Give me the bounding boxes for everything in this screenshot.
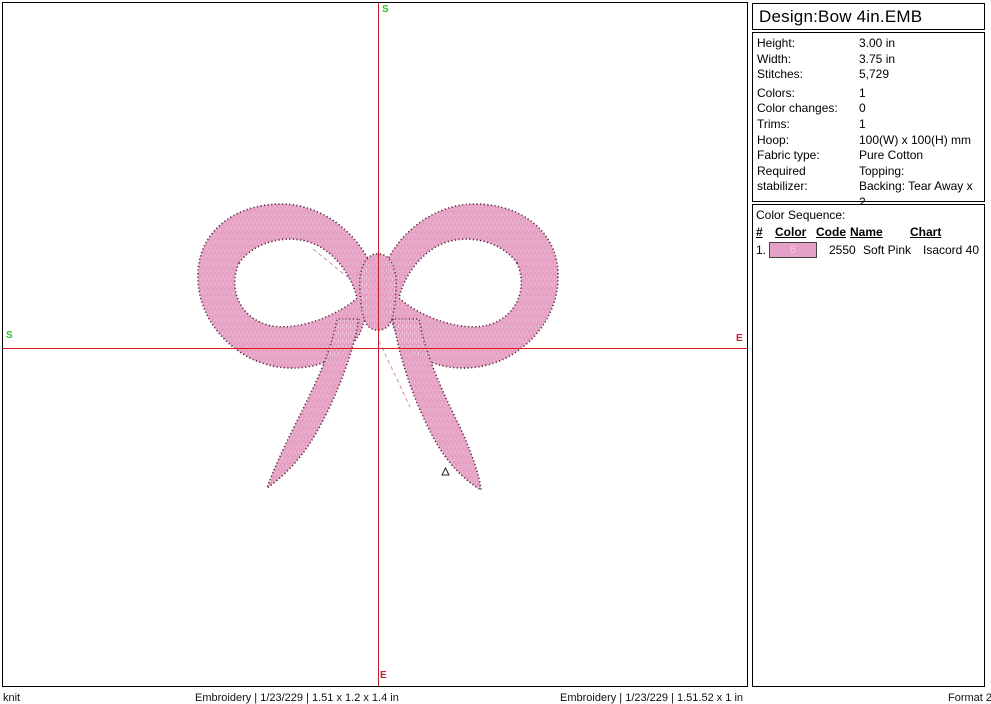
property-row-stitches: Stitches: 5,729 <box>757 67 982 83</box>
bow-embroidery-design <box>3 3 747 686</box>
stitch-end-triangle-marker <box>442 468 449 475</box>
color-sequence-row[interactable]: 1. 6 2550 Soft Pink Isacord 40 <box>756 242 982 258</box>
crosshair-vertical-axis <box>378 3 379 686</box>
status-fragment-right: Format 2.1 <box>948 692 991 704</box>
color-sequence-title: Color Sequence: <box>756 208 982 223</box>
property-row-height: Height: 3.00 in <box>757 36 982 52</box>
design-info-panel: Design:Bow 4in.EMB Height: 3.00 in Width… <box>752 3 985 687</box>
status-fragment-center1: Embroidery | 1/23/229 | 1.51 x 1.2 x 1.4… <box>195 692 399 704</box>
property-row-trims: Trims: 1 <box>757 117 982 133</box>
end-marker-bottom: E <box>380 671 387 681</box>
crosshair-horizontal-axis <box>3 348 747 349</box>
end-marker-right: E <box>736 334 743 344</box>
status-fragment-left: knit <box>3 692 20 704</box>
start-marker-top: S <box>382 5 389 15</box>
color-sequence-header: # Color Code Name Chart <box>756 225 982 240</box>
property-row-colors: Colors: 1 <box>757 86 982 102</box>
design-title: Design:Bow 4in.EMB <box>752 3 985 30</box>
property-row-fabric: Fabric type: Pure Cotton <box>757 148 982 164</box>
status-bar: knit Embroidery | 1/23/229 | 1.51 x 1.2 … <box>0 692 991 700</box>
start-marker-left: S <box>6 331 13 341</box>
property-row-color-changes: Color changes: 0 <box>757 101 982 117</box>
thread-color-swatch[interactable]: 6 <box>769 242 817 258</box>
status-fragment-center2: Embroidery | 1/23/229 | 1.51.52 x 1 in <box>560 692 743 704</box>
property-row-width: Width: 3.75 in <box>757 52 982 68</box>
color-sequence-panel: Color Sequence: # Color Code Name Chart … <box>752 204 985 687</box>
design-canvas[interactable]: S S E E <box>2 2 748 687</box>
design-properties: Height: 3.00 in Width: 3.75 in Stitches:… <box>752 32 985 202</box>
property-row-hoop: Hoop: 100(W) x 100(H) mm <box>757 133 982 149</box>
